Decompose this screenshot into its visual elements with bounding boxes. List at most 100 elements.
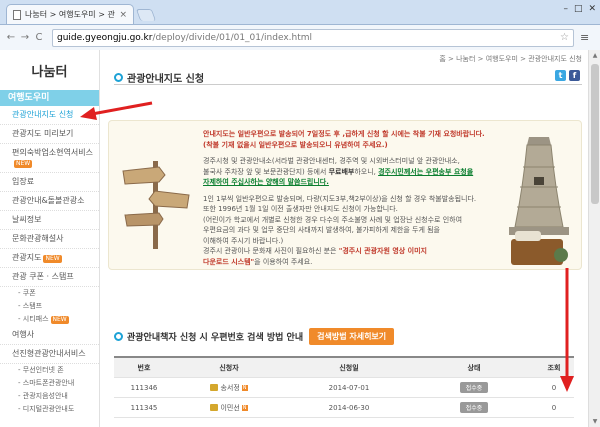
- close-tab-icon[interactable]: ×: [119, 10, 127, 20]
- scroll-thumb[interactable]: [591, 64, 599, 204]
- sidebar-subitem-label: 스마트폰관광안내: [22, 379, 75, 387]
- back-icon[interactable]: ←: [4, 32, 18, 43]
- close-window-icon[interactable]: ✕: [588, 4, 596, 14]
- col-number: 번호: [137, 363, 151, 372]
- sidebar-item[interactable]: 관광지도 미리보기: [0, 125, 99, 144]
- section2-title: 관광안내책자 신청 시 우편번호 검색 방법 안내: [127, 333, 304, 343]
- sidebar-subitem-label: 디지털관광안내도: [22, 405, 75, 413]
- sidebar-subitem[interactable]: 스탬프: [0, 300, 99, 313]
- status-badge: 접수중: [459, 382, 489, 393]
- applicant-name[interactable]: 송서정: [220, 384, 239, 392]
- sidebar-item-label: 관광안내지도 신청: [12, 110, 74, 119]
- image-download-link-2[interactable]: 다운로드 시스템": [203, 258, 254, 266]
- sidebar-item-label: 관광안내&돌볼관광소: [12, 196, 85, 205]
- sidebar-subitem[interactable]: 관광지음성안내: [0, 390, 99, 403]
- sidebar-item[interactable]: 관광지도 NEW: [0, 249, 99, 268]
- cell-views: 0: [551, 403, 557, 412]
- sidebar-item-label: 선진형관광안내서비스: [12, 349, 86, 358]
- col-date: 신청일: [339, 363, 359, 372]
- signpost-illustration: [122, 161, 190, 249]
- sidebar-item-label: 여행사: [12, 330, 35, 339]
- page-title: 관광안내지도 신청: [127, 74, 205, 85]
- section2-header: 관광안내책자 신청 시 우편번호 검색 방법 안내 검색방법 자세히보기: [114, 328, 395, 345]
- sidebar-item[interactable]: 편의숙박업소현역서비스 NEW: [0, 144, 99, 173]
- cell-views: 0: [551, 383, 557, 392]
- sidebar-subitem-label: 스탬프: [22, 302, 43, 310]
- sidebar-item[interactable]: 관광 쿠폰 · 스탬프: [0, 268, 99, 287]
- sidebar-item[interactable]: 관광안내지도 신청: [0, 106, 99, 125]
- twitter-icon[interactable]: t: [555, 70, 566, 81]
- cell-date: 2014-06-30: [328, 403, 370, 412]
- sidebar-item-label: 문화관광해설사: [12, 234, 64, 243]
- sidebar-header: 여행도우미: [0, 90, 99, 106]
- new-badge: N: [241, 404, 248, 411]
- sidebar-subitem-label: 관광지음성안내: [22, 392, 68, 400]
- new-badge: NEW: [14, 160, 33, 168]
- section-bullet-icon: [114, 332, 123, 341]
- cell-applicant: 이민선 N: [174, 403, 284, 413]
- notice-text-2: (착불 기재 없을시 일반우편으로 발송되오니 유념하여 주세요.): [203, 140, 388, 149]
- cheomseongdae-illustration: [509, 137, 569, 265]
- scroll-up-icon[interactable]: ▲: [589, 52, 600, 59]
- cell-number: 111346: [130, 383, 158, 392]
- col-status: 상태: [467, 363, 481, 372]
- browser-tab[interactable]: 나눔터 > 여행도우미 > 관 ×: [6, 4, 134, 24]
- cell-status: 접수중: [414, 382, 534, 393]
- tab-title: 나눔터 > 여행도우미 > 관: [25, 10, 115, 19]
- sidebar-item-label: 관광 쿠폰 · 스탬프: [12, 272, 74, 281]
- maximize-icon[interactable]: □: [574, 4, 583, 14]
- table-body: 111346 송서정 N 2014-07-01 접수중 0 111345 이민선 N 2014-0…: [114, 378, 574, 418]
- web-page: 나눔터 여행도우미 관광안내지도 신청 관광지도 미리보기 편의숙박업소현역서비스 N…: [0, 50, 600, 427]
- scroll-down-icon[interactable]: ▼: [589, 418, 600, 425]
- new-badge: N: [241, 384, 248, 391]
- facebook-icon[interactable]: f: [569, 70, 580, 81]
- table-header: 번호 신청자 신청일 상태 조회: [114, 358, 574, 378]
- minimize-icon[interactable]: –: [563, 4, 568, 14]
- sidebar-item[interactable]: 입장료: [0, 173, 99, 192]
- sidebar-subitem[interactable]: 시티패스NEW: [0, 313, 99, 326]
- col-applicant: 신청자: [219, 363, 239, 372]
- image-download-link[interactable]: "경주시 관광자원 영상 이미지: [339, 247, 427, 255]
- page-title-row: 관광안내지도 신청: [114, 70, 204, 85]
- sidebar-subitem-label: 쿠폰: [22, 289, 36, 297]
- reload-icon[interactable]: C: [32, 32, 46, 43]
- sidebar-item[interactable]: 여행사: [0, 326, 99, 345]
- new-tab-button[interactable]: [135, 9, 157, 21]
- address-bar[interactable]: guide.gyeongju.go.kr /deploy/divide/01/0…: [52, 28, 574, 47]
- forward-icon[interactable]: →: [18, 32, 32, 43]
- sidebar-item[interactable]: 문화관광해설사: [0, 230, 99, 249]
- request-table: 번호 신청자 신청일 상태 조회 111346 송서정 N 2014-07-01 접수중…: [114, 356, 574, 418]
- menu-icon[interactable]: ≡: [580, 31, 589, 44]
- table-row[interactable]: 111345 이민선 N 2014-06-30 접수중 0: [114, 398, 574, 418]
- new-badge: NEW: [43, 255, 62, 263]
- bookmark-star-icon[interactable]: ☆: [560, 32, 569, 43]
- col-views: 조회: [547, 363, 561, 372]
- info-box: 안내지도는 일반우편으로 발송되어 7일정도 후 ,급하게 신청 할 시에는 착…: [108, 120, 582, 270]
- page-scrollbar[interactable]: ▲ ▼: [588, 50, 600, 427]
- title-bullet-icon: [114, 73, 123, 82]
- sidebar-subitem[interactable]: 무선인터넷 존: [0, 364, 99, 377]
- sidebar-nav: 관광안내지도 신청관광지도 미리보기 편의숙박업소현역서비스 NEW 입장료관광안내&…: [0, 106, 99, 416]
- lock-icon: [210, 404, 219, 411]
- sidebar-subitem[interactable]: 쿠폰: [0, 287, 99, 300]
- sidebar-item[interactable]: 날씨정보: [0, 211, 99, 230]
- sidebar-subitem[interactable]: 스마트폰관광안내: [0, 377, 99, 390]
- sidebar-item-label: 날씨정보: [12, 215, 42, 224]
- title-divider: [114, 84, 582, 85]
- sidebar-item[interactable]: 선진형관광안내서비스: [0, 345, 99, 364]
- applicant-name[interactable]: 이민선: [220, 404, 239, 412]
- sidebar-item[interactable]: 관광안내&돌볼관광소: [0, 192, 99, 211]
- browser-toolbar: ← → C guide.gyeongju.go.kr /deploy/divid…: [0, 24, 600, 50]
- lock-icon: [210, 384, 219, 391]
- info-text: 안내지도는 일반우편으로 발송되어 7일정도 후 ,급하게 신청 할 시에는 착…: [203, 130, 485, 266]
- sidebar-subitem-label: 무선인터넷 존: [22, 366, 64, 374]
- sidebar-item-label: 관광지도: [12, 253, 42, 262]
- status-badge: 접수중: [459, 402, 489, 413]
- url-host: guide.gyeongju.go.kr: [57, 32, 153, 43]
- sidebar-subitem-label: 시티패스: [22, 315, 49, 323]
- cell-status: 접수중: [414, 402, 534, 413]
- sidebar-subitem[interactable]: 디지털관광안내도: [0, 403, 99, 416]
- search-help-button[interactable]: 검색방법 자세히보기: [309, 328, 395, 345]
- notice-text: 안내지도는 일반우편으로 발송되어 7일정도 후 ,급하게 신청 할 시에는 착…: [203, 130, 485, 138]
- table-row[interactable]: 111346 송서정 N 2014-07-01 접수중 0: [114, 378, 574, 398]
